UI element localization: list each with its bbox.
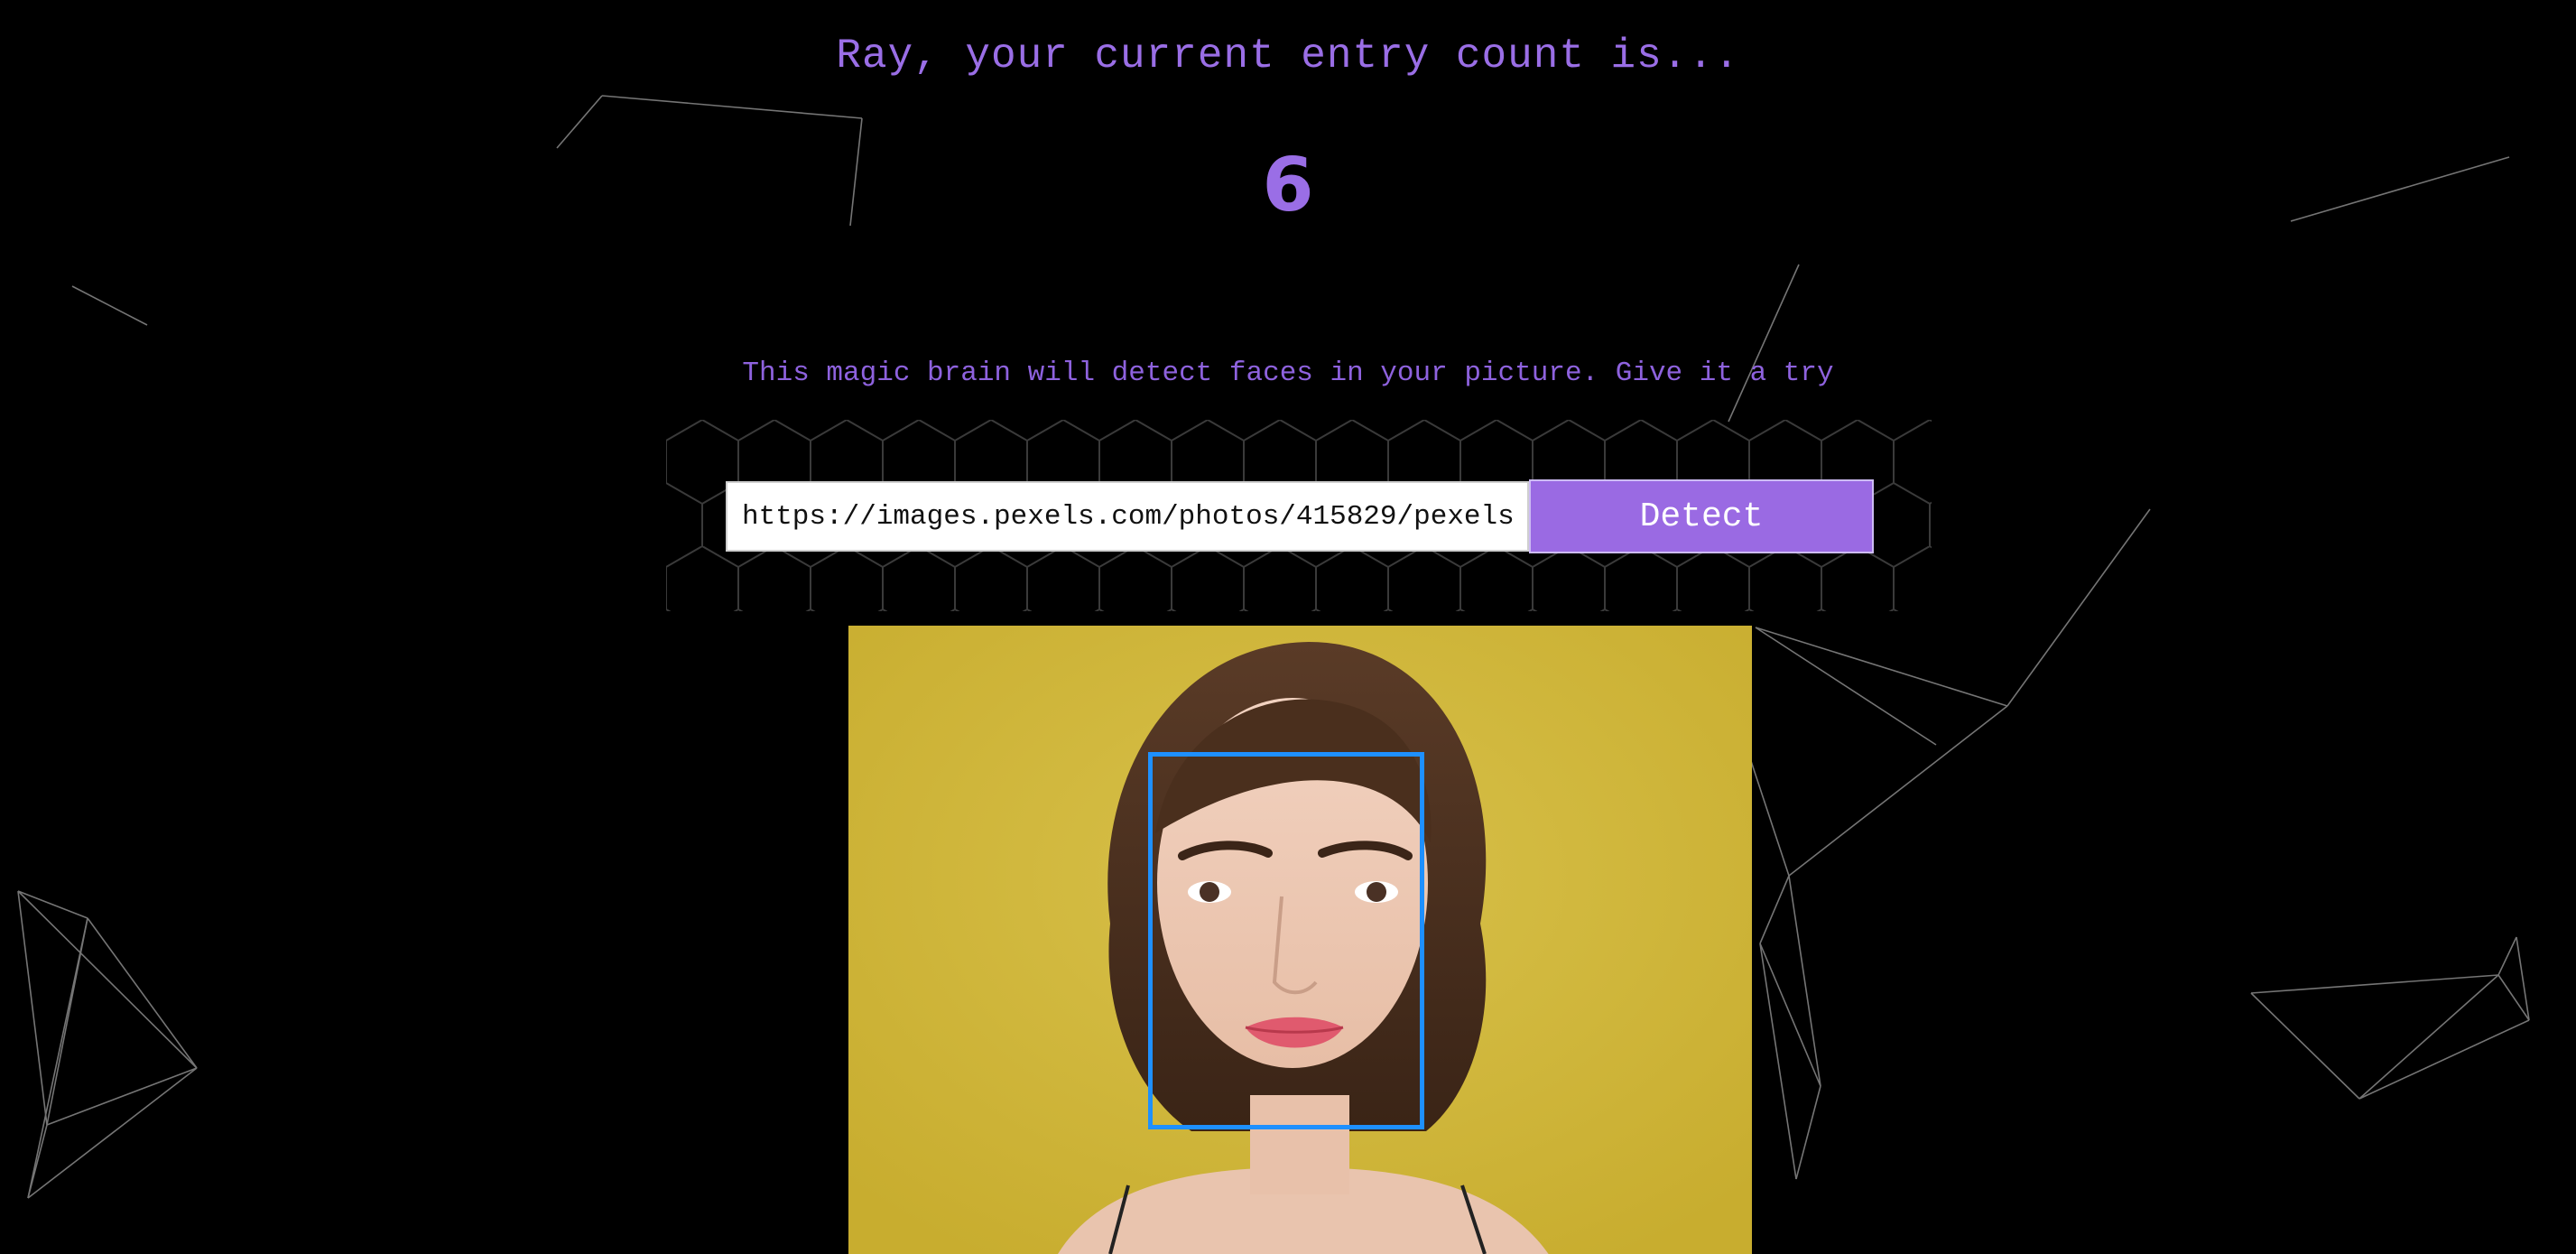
face-image-container bbox=[848, 626, 1752, 1254]
entry-count-value: 6 bbox=[1262, 143, 1314, 228]
detect-button[interactable]: Detect bbox=[1529, 479, 1874, 553]
entry-count-message: Ray, your current entry count is... bbox=[836, 33, 1740, 79]
image-url-input[interactable] bbox=[726, 481, 1529, 552]
intro-text: This magic brain will detect faces in yo… bbox=[742, 358, 1834, 389]
face-bounding-box bbox=[1148, 752, 1424, 1129]
